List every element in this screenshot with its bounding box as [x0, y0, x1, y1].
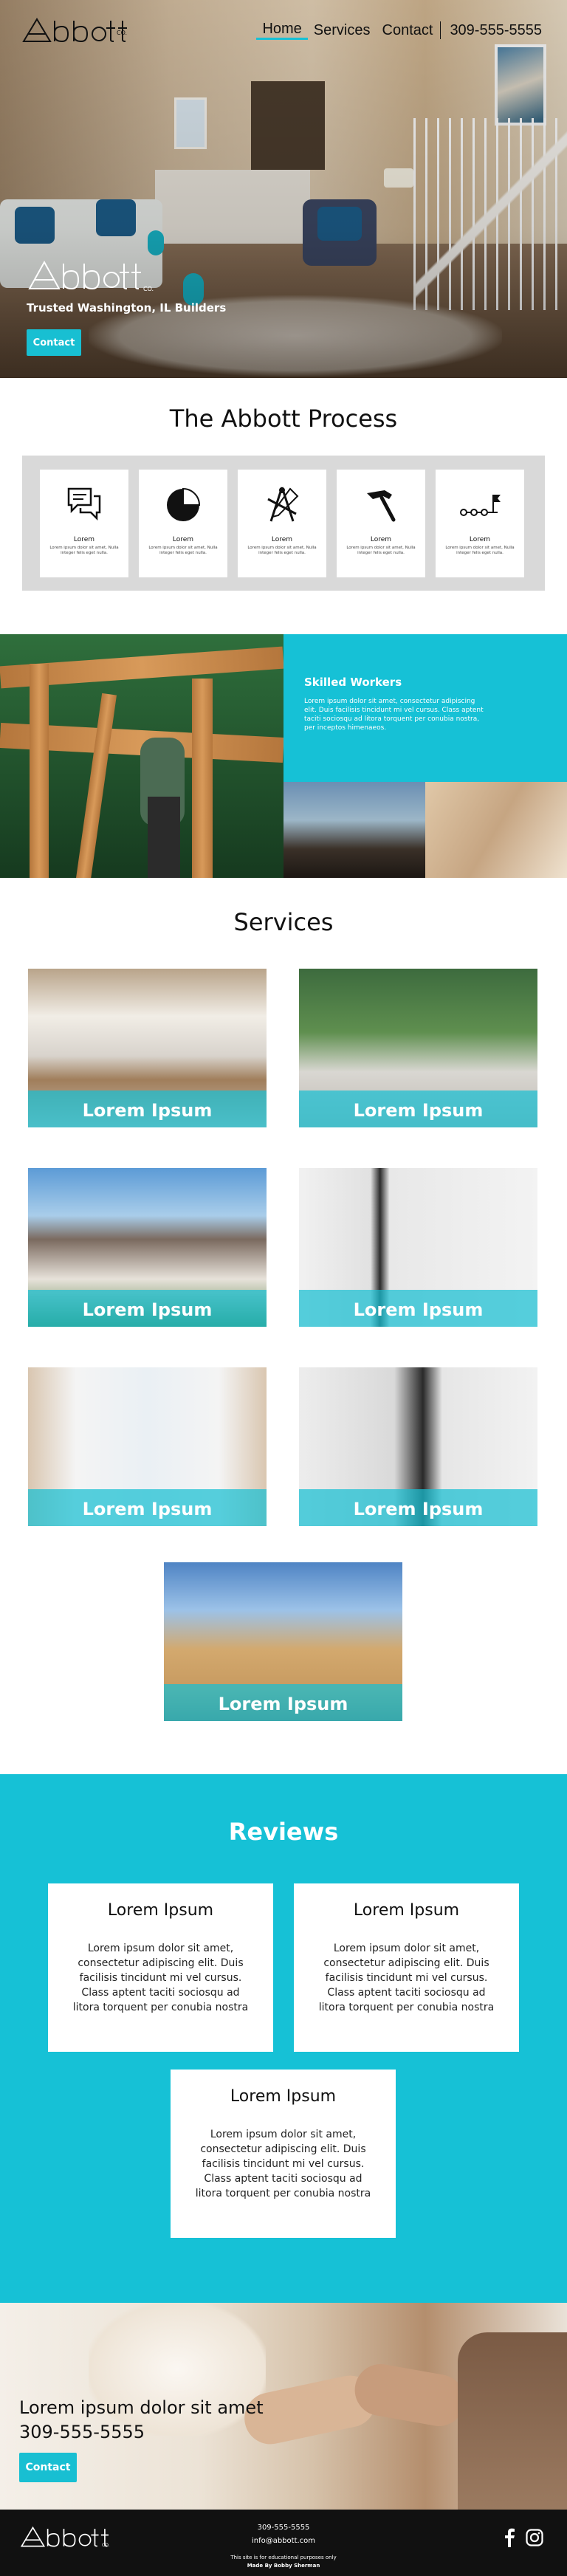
service-card-construction[interactable]: Lorem Ipsum	[164, 1562, 402, 1721]
main-nav: Home Services Contact 309-555-5555	[256, 20, 548, 40]
nav-services[interactable]: Services	[308, 21, 377, 39]
instagram-icon[interactable]	[526, 2529, 543, 2546]
process-step-title: Lorem	[271, 536, 293, 543]
process-step: Lorem Lorem ipsum dolor sit amet, Nulla …	[139, 470, 227, 577]
tool-belt-photo	[284, 782, 425, 878]
service-card-entry[interactable]: Lorem Ipsum	[299, 1367, 537, 1526]
skilled-text: Lorem ipsum dolor sit amet, consectetur …	[304, 698, 484, 732]
process-title: The Abbott Process	[169, 405, 398, 433]
process-step-title: Lorem	[370, 536, 392, 543]
service-label: Lorem Ipsum	[353, 1100, 484, 1121]
nav-phone[interactable]: 309-555-5555	[440, 21, 548, 39]
nav-home[interactable]: Home	[256, 20, 308, 40]
nav-logo-suffix: CO.	[117, 30, 128, 36]
hero-logo-suffix: CO.	[143, 286, 154, 292]
carpenter-photo	[0, 634, 284, 878]
cta-phone[interactable]: 309-555-5555	[19, 2422, 145, 2442]
process-step: Lorem Lorem ipsum dolor sit amet, Nulla …	[337, 470, 425, 577]
review-title: Lorem Ipsum	[353, 1901, 460, 1920]
review-text: Lorem ipsum dolor sit amet, consectetur …	[72, 1943, 249, 2013]
footer-email[interactable]: info@abbott.com	[0, 2537, 567, 2545]
service-label: Lorem Ipsum	[82, 1499, 213, 1519]
design-tools-icon	[267, 487, 299, 522]
service-label: Lorem Ipsum	[82, 1299, 213, 1320]
service-label: Lorem Ipsum	[218, 1694, 348, 1714]
review-text: Lorem ipsum dolor sit amet, consectetur …	[195, 2129, 371, 2199]
service-card-window[interactable]: Lorem Ipsum	[28, 1367, 267, 1526]
footer-phone[interactable]: 309-555-5555	[0, 2524, 567, 2532]
review-card: Lorem Ipsum Lorem ipsum dolor sit amet, …	[171, 2070, 396, 2238]
hero-contact-button[interactable]: Contact	[27, 329, 81, 356]
review-card: Lorem Ipsum Lorem ipsum dolor sit amet, …	[294, 1883, 519, 2052]
reviews-title: Reviews	[228, 1818, 339, 1846]
service-card-kitchen[interactable]: Lorem Ipsum	[28, 969, 267, 1127]
hero-logo	[27, 255, 145, 296]
process-step-text: Lorem ipsum dolor sit amet, Nulla intege…	[247, 546, 317, 555]
service-card-porch[interactable]: Lorem Ipsum	[299, 1168, 537, 1327]
hero-image	[0, 0, 567, 378]
service-label: Lorem Ipsum	[353, 1299, 484, 1320]
hero-tagline: Trusted Washington, IL Builders	[27, 301, 227, 315]
service-label: Lorem Ipsum	[82, 1100, 213, 1121]
process-step-title: Lorem	[469, 536, 491, 543]
process-step-text: Lorem ipsum dolor sit amet, Nulla intege…	[445, 546, 515, 555]
process-step-text: Lorem ipsum dolor sit amet, Nulla intege…	[346, 546, 416, 555]
nav-logo[interactable]	[21, 12, 131, 49]
review-card: Lorem Ipsum Lorem ipsum dolor sit amet, …	[48, 1883, 273, 2052]
services-title: Services	[233, 908, 334, 936]
timeline-flag-icon	[460, 495, 501, 516]
review-title: Lorem Ipsum	[230, 2087, 337, 2106]
review-title: Lorem Ipsum	[107, 1901, 214, 1920]
process-step-title: Lorem	[172, 536, 194, 543]
facebook-icon[interactable]	[504, 2528, 515, 2547]
cta-heading: Lorem ipsum dolor sit amet	[19, 2397, 264, 2418]
chat-bubbles-icon	[67, 487, 101, 521]
service-card-house[interactable]: Lorem Ipsum	[28, 1168, 267, 1327]
process-step-text: Lorem ipsum dolor sit amet, Nulla intege…	[148, 546, 218, 555]
skilled-title: Skilled Workers	[304, 676, 402, 689]
pie-chart-icon	[167, 487, 201, 521]
nav-contact[interactable]: Contact	[377, 21, 439, 39]
process-step: Lorem Lorem ipsum dolor sit amet, Nulla …	[436, 470, 524, 577]
service-card-patio[interactable]: Lorem Ipsum	[299, 969, 537, 1127]
process-step: Lorem Lorem ipsum dolor sit amet, Nulla …	[40, 470, 128, 577]
cta-contact-button[interactable]: Contact	[19, 2453, 77, 2482]
review-text: Lorem ipsum dolor sit amet, consectetur …	[318, 1943, 495, 2013]
process-step-title: Lorem	[73, 536, 95, 543]
process-step: Lorem Lorem ipsum dolor sit amet, Nulla …	[238, 470, 326, 577]
hammer-icon	[367, 490, 396, 522]
service-label: Lorem Ipsum	[353, 1499, 484, 1519]
footer-credit: Made By Bobby Sherman	[247, 2563, 320, 2569]
process-step-text: Lorem ipsum dolor sit amet, Nulla intege…	[49, 546, 119, 555]
footer-note: This site is for educational purposes on…	[230, 2555, 337, 2560]
hammer-nail-photo	[425, 782, 567, 878]
